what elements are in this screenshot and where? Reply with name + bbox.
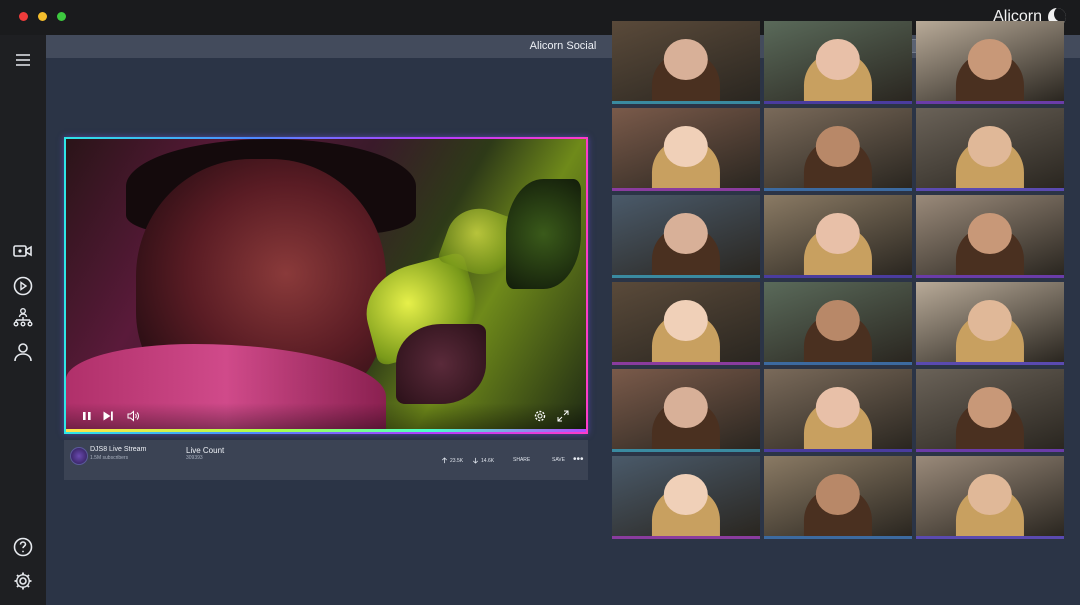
save-button[interactable]: SAVE xyxy=(552,457,565,463)
participant-video-tile[interactable] xyxy=(764,21,912,104)
subscriber-count: 1.5M subscribers xyxy=(90,455,129,461)
like-button[interactable]: 23.5K xyxy=(441,457,463,464)
user-icon xyxy=(14,343,32,362)
sidebar-item-network[interactable] xyxy=(11,306,35,330)
participant-face xyxy=(967,299,1013,342)
participant-video-tile[interactable] xyxy=(612,195,760,278)
pause-icon xyxy=(83,412,91,420)
network-icon xyxy=(13,308,33,327)
play-circle-icon xyxy=(13,276,33,296)
channel-name[interactable]: DJS8 Live Stream xyxy=(90,446,146,453)
fullscreen-button[interactable] xyxy=(556,409,570,423)
player-controls xyxy=(66,403,586,429)
pause-button[interactable] xyxy=(80,409,94,423)
participant-face xyxy=(967,125,1013,168)
menu-icon xyxy=(16,54,30,66)
participant-video-tile[interactable] xyxy=(612,21,760,104)
help-icon xyxy=(13,537,33,557)
volume-button[interactable] xyxy=(126,409,140,423)
participant-video-tile[interactable] xyxy=(764,456,912,539)
volume-icon xyxy=(127,410,139,422)
participant-face xyxy=(663,299,709,342)
channel-avatar[interactable] xyxy=(70,447,88,465)
sidebar-item-profile[interactable] xyxy=(11,340,35,364)
participant-face xyxy=(663,473,709,516)
participant-face xyxy=(663,386,709,429)
player-settings-button[interactable] xyxy=(533,409,547,423)
participant-video-tile[interactable] xyxy=(764,195,912,278)
skip-next-button[interactable] xyxy=(101,409,115,423)
sidebar-item-play[interactable] xyxy=(11,274,35,298)
settings-button[interactable] xyxy=(11,569,35,593)
arrow-down-icon xyxy=(473,457,478,464)
participant-face xyxy=(815,299,861,342)
dislike-count: 14.6K xyxy=(481,457,495,464)
participant-face xyxy=(967,473,1013,516)
participant-face xyxy=(663,125,709,168)
fullscreen-icon xyxy=(557,410,569,422)
maximize-window-button[interactable] xyxy=(57,12,66,21)
menu-button[interactable] xyxy=(11,48,35,72)
like-count: 23.5K xyxy=(450,457,464,464)
participant-face xyxy=(815,125,861,168)
dislike-button[interactable]: 14.6K xyxy=(472,457,494,464)
participant-video-tile[interactable] xyxy=(916,195,1064,278)
sidebar xyxy=(0,35,46,605)
help-button[interactable] xyxy=(11,535,35,559)
participant-video-tile[interactable] xyxy=(916,282,1064,365)
arrow-up-icon xyxy=(442,457,447,464)
participant-face xyxy=(663,212,709,255)
video-camera-icon xyxy=(13,245,32,257)
share-button[interactable]: SHARE xyxy=(513,457,530,463)
participant-face xyxy=(815,386,861,429)
participant-grid xyxy=(612,21,1080,605)
participant-face xyxy=(815,473,861,516)
settings-icon xyxy=(534,410,546,422)
participant-video-tile[interactable] xyxy=(764,282,912,365)
participant-video-tile[interactable] xyxy=(916,21,1064,104)
more-options-button[interactable]: ••• xyxy=(573,455,584,465)
live-count-label: Live Count xyxy=(186,446,225,455)
participant-face xyxy=(663,38,709,81)
participant-video-tile[interactable] xyxy=(612,108,760,191)
live-count-value: 309393 xyxy=(186,455,203,461)
stream-info-bar: DJS8 Live Stream 1.5M subscribers Live C… xyxy=(64,440,588,480)
participant-face xyxy=(815,212,861,255)
settings-icon xyxy=(14,572,32,590)
participant-face xyxy=(815,38,861,81)
participant-video-tile[interactable] xyxy=(916,456,1064,539)
participant-video-tile[interactable] xyxy=(916,108,1064,191)
participant-video-tile[interactable] xyxy=(916,369,1064,452)
participant-video-tile[interactable] xyxy=(612,282,760,365)
participant-video-tile[interactable] xyxy=(612,369,760,452)
video-player[interactable] xyxy=(64,137,588,434)
participant-face xyxy=(967,38,1013,81)
skip-next-icon xyxy=(103,411,113,421)
participant-face xyxy=(967,386,1013,429)
participant-video-tile[interactable] xyxy=(612,456,760,539)
participant-video-tile[interactable] xyxy=(764,369,912,452)
close-window-button[interactable] xyxy=(19,12,28,21)
sidebar-item-video[interactable] xyxy=(11,239,35,263)
participant-video-tile[interactable] xyxy=(764,108,912,191)
participant-face xyxy=(967,212,1013,255)
minimize-window-button[interactable] xyxy=(38,12,47,21)
